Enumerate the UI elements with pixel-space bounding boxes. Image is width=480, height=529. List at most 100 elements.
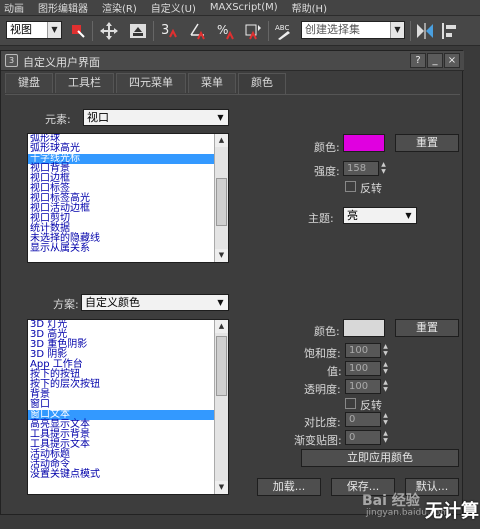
watermark-brand: 无计算 — [425, 501, 479, 522]
transparency-spinner[interactable]: 100 — [345, 379, 381, 394]
svg-text:%: % — [217, 23, 228, 37]
value-spinner-arrows[interactable]: ▲ ▼ — [381, 361, 390, 376]
menu-rendering[interactable]: 渲染(R) — [102, 0, 137, 15]
move-icon[interactable] — [99, 21, 119, 41]
chevron-down-icon: ▼ — [390, 22, 404, 38]
svg-text:ABC: ABC — [275, 24, 289, 32]
select-object-icon[interactable] — [68, 21, 88, 41]
dialog-titlebar[interactable]: 3 自定义用户界面 ? _ × — [1, 51, 464, 71]
menu-graph-editors[interactable]: 图形编辑器 — [38, 0, 88, 15]
percent-snap-icon[interactable]: % — [216, 21, 236, 41]
value-label: 值: — [327, 365, 342, 378]
chevron-down-icon: ▼ — [217, 298, 224, 307]
spinner-snap-icon[interactable] — [244, 21, 264, 41]
intensity-spinner[interactable]: 158 — [343, 161, 379, 176]
menu-customize[interactable]: 自定义(U) — [151, 0, 196, 15]
scheme-list-item[interactable]: 背景 — [28, 390, 214, 400]
saturation-spinner-arrows[interactable]: ▲ ▼ — [381, 343, 390, 358]
scheme-dropdown-value: 自定义颜色 — [85, 296, 140, 309]
main-toolbar: 视图 ▼ 3 % ABC 创建选择集 ▼ — [0, 16, 480, 46]
theme-dropdown[interactable]: 亮 ▼ — [343, 207, 417, 224]
customize-ui-dialog: 3 自定义用户界面 ? _ × 键盘 工具栏 四元菜单 菜单 颜色 元素: 视口… — [0, 50, 464, 515]
selection-set-field[interactable]: 创建选择集 ▼ — [301, 21, 405, 39]
intensity-spinner-arrows[interactable]: ▲ ▼ — [379, 161, 388, 176]
tab-quads[interactable]: 四元菜单 — [116, 73, 186, 93]
snap-3-icon[interactable]: 3 — [160, 21, 180, 41]
tab-bar: 键盘 工具栏 四元菜单 菜单 颜色 — [5, 73, 288, 95]
scroll-thumb[interactable] — [216, 336, 227, 396]
gradient-spinner[interactable]: 0 — [345, 430, 381, 445]
toolbar-divider — [268, 21, 269, 41]
apply-colors-button[interactable]: 立即应用颜色 — [301, 449, 459, 467]
menu-maxscript[interactable]: MAXScript(M) — [210, 2, 278, 13]
element-color-swatch[interactable] — [343, 134, 385, 152]
element-dropdown-value: 视口 — [87, 111, 109, 124]
contrast-spinner-arrows[interactable]: ▲ ▼ — [381, 412, 390, 427]
scheme-reset-button[interactable]: 重置 — [395, 319, 459, 337]
mirror-icon[interactable] — [415, 21, 435, 41]
watermark-logo: Bai 经验 — [362, 493, 420, 509]
element-label: 元素: — [45, 113, 71, 126]
help-button[interactable]: ? — [410, 53, 426, 68]
theme-dropdown-value: 亮 — [347, 209, 358, 222]
svg-text:3: 3 — [161, 23, 169, 38]
invert-checkbox[interactable] — [345, 181, 356, 192]
invert-label: 反转 — [360, 182, 382, 195]
value-spinner[interactable]: 100 — [345, 361, 381, 376]
theme-label: 主题: — [308, 212, 334, 225]
invert2-checkbox[interactable] — [345, 398, 356, 409]
chevron-down-icon: ▼ — [47, 22, 61, 38]
chevron-down-icon: ▼ — [217, 113, 224, 122]
scroll-down-icon[interactable]: ▼ — [215, 481, 228, 494]
viewport-select-value: 视图 — [10, 23, 32, 36]
toolbar-divider — [92, 21, 93, 41]
tab-colors[interactable]: 颜色 — [238, 73, 286, 95]
element-list-scrollbar[interactable]: ▲ ▼ — [214, 134, 228, 262]
scheme-list-item[interactable]: 按下的层次按钮 — [28, 380, 214, 390]
transparency-spinner-arrows[interactable]: ▲ ▼ — [381, 379, 390, 394]
angle-snap-icon[interactable] — [188, 21, 208, 41]
color-label: 颜色: — [314, 141, 340, 154]
close-button[interactable]: × — [444, 53, 460, 68]
dialog-title: 自定义用户界面 — [23, 56, 100, 69]
toolbar-divider — [410, 21, 411, 41]
gradient-spinner-arrows[interactable]: ▲ ▼ — [381, 430, 390, 445]
scroll-up-icon[interactable]: ▲ — [215, 320, 228, 333]
element-reset-button[interactable]: 重置 — [395, 134, 459, 152]
align-icon[interactable] — [440, 21, 460, 41]
viewport-select[interactable]: 视图 ▼ — [6, 21, 62, 39]
minimize-button[interactable]: _ — [427, 53, 443, 68]
scheme-color-swatch[interactable] — [343, 319, 385, 337]
element-list-items: 弧形球 弧形球高光 十字线光标 视口背景 视口边框 视口标签 视口标签高光 视口活动边框 视口剪… — [28, 134, 214, 262]
scroll-thumb[interactable] — [216, 178, 227, 226]
tab-menus[interactable]: 菜单 — [188, 73, 236, 93]
load-button[interactable]: 加载... — [257, 478, 321, 496]
render-icon[interactable] — [128, 21, 148, 41]
app-icon: 3 — [5, 54, 18, 67]
element-list-item[interactable]: 显示从属关系 — [28, 244, 214, 254]
scheme-dropdown[interactable]: 自定义颜色 ▼ — [81, 294, 229, 311]
chevron-down-icon: ▼ — [405, 211, 412, 220]
tab-toolbars[interactable]: 工具栏 — [55, 73, 114, 93]
scheme-list-item[interactable]: 没置关键点模式 — [28, 470, 214, 480]
scheme-listbox[interactable]: 3D 灯光 3D 高光 3D 重色阴影 3D 阴影 App 工作台 按下的按钮 按下的层次按… — [27, 319, 229, 495]
scheme-color-label: 颜色: — [314, 325, 340, 338]
menu-help[interactable]: 帮助(H) — [292, 0, 327, 15]
scheme-list-items: 3D 灯光 3D 高光 3D 重色阴影 3D 阴影 App 工作台 按下的按钮 按下的层次按… — [28, 320, 214, 494]
element-listbox[interactable]: 弧形球 弧形球高光 十字线光标 视口背景 视口边框 视口标签 视口标签高光 视口活动边框 视口剪… — [27, 133, 229, 263]
edit-named-sets-icon[interactable]: ABC — [274, 21, 294, 41]
scheme-label: 方案: — [53, 298, 79, 311]
contrast-spinner[interactable]: 0 — [345, 412, 381, 427]
gradient-label: 渐变贴图: — [294, 434, 342, 447]
invert2-label: 反转 — [360, 399, 382, 412]
element-dropdown[interactable]: 视口 ▼ — [83, 109, 229, 126]
toolbar-divider — [153, 21, 154, 41]
selection-set-placeholder: 创建选择集 — [305, 23, 360, 36]
saturation-spinner[interactable]: 100 — [345, 343, 381, 358]
scroll-up-icon[interactable]: ▲ — [215, 134, 228, 147]
tab-keyboard[interactable]: 键盘 — [5, 73, 53, 93]
scroll-down-icon[interactable]: ▼ — [215, 249, 228, 262]
scheme-list-scrollbar[interactable]: ▲ ▼ — [214, 320, 228, 494]
menu-animation[interactable]: 动画 — [4, 0, 24, 15]
transparency-label: 透明度: — [304, 383, 341, 396]
